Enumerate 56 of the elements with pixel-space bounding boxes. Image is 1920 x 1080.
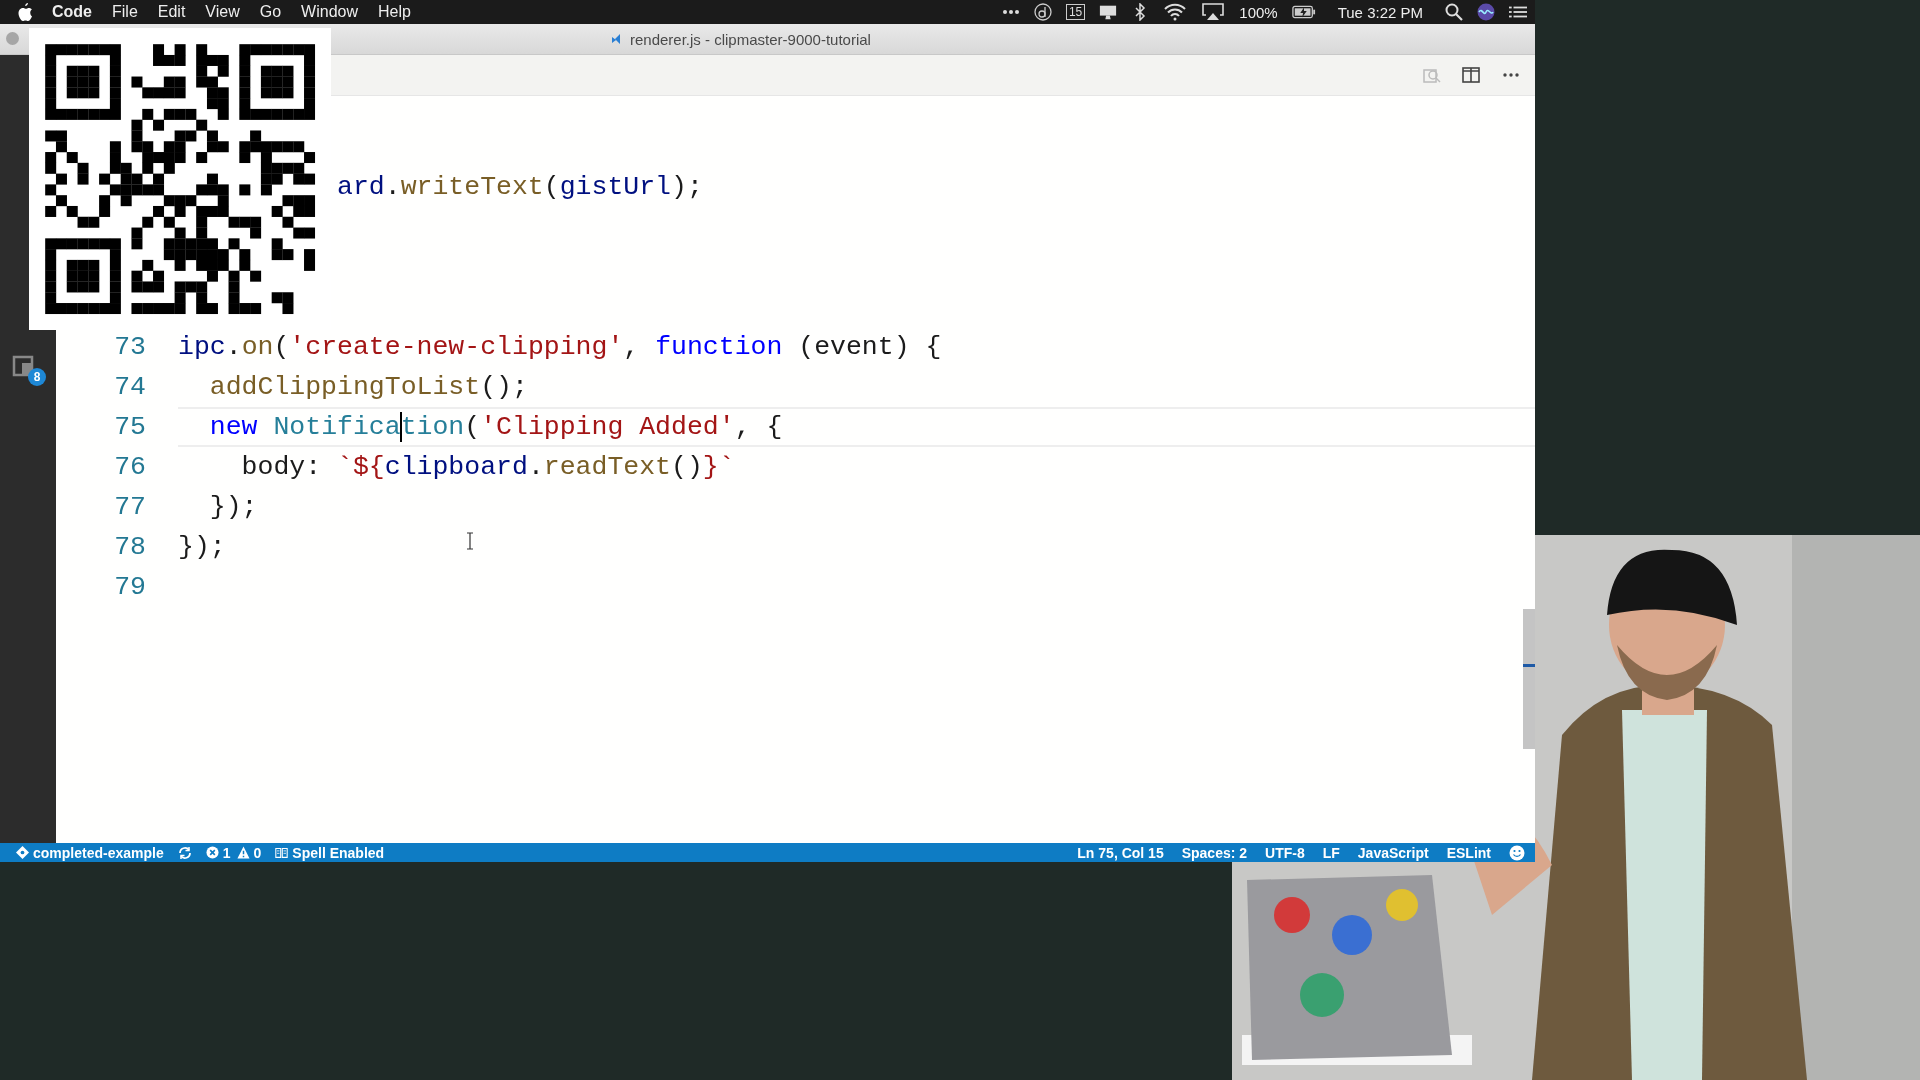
line-number: 78 <box>113 532 146 562</box>
branch-icon <box>16 846 29 859</box>
menu-item[interactable]: View <box>205 3 240 21</box>
split-editor-icon[interactable] <box>1461 65 1481 85</box>
window-title: renderer.js - clipmaster-9000-tutorial <box>630 30 871 48</box>
status-item[interactable]: LF <box>1322 844 1340 861</box>
menu-item[interactable]: Edit <box>157 3 186 21</box>
branch-status[interactable]: completed-example <box>16 844 164 861</box>
menu-item[interactable]: File <box>112 3 138 21</box>
error-icon <box>205 846 219 859</box>
warning-icon <box>236 846 250 859</box>
airplay-icon[interactable] <box>1201 3 1226 21</box>
line-number: 77 <box>113 492 146 522</box>
monitor-icon[interactable] <box>1099 3 1118 21</box>
warning-count[interactable]: 0 <box>236 844 262 861</box>
apple-icon[interactable] <box>16 3 34 21</box>
text-cursor-icon <box>466 532 474 550</box>
wifi-icon[interactable] <box>1163 3 1188 21</box>
book-icon <box>275 846 289 859</box>
status-item[interactable]: Spaces: 2 <box>1181 844 1248 861</box>
code-line: new Notification('Clipping Added', { <box>208 412 783 442</box>
line-number: 76 <box>113 452 146 482</box>
code-line: }); <box>178 532 226 562</box>
search-icon[interactable] <box>1445 3 1463 21</box>
smiley-icon[interactable] <box>1509 844 1525 861</box>
code-file-icon <box>610 33 622 45</box>
code-line: addClippingToList(); <box>208 372 528 402</box>
status-item[interactable]: Ln 75, Col 15 <box>1077 844 1164 861</box>
menu-item[interactable]: Code <box>52 3 92 21</box>
line-number: 73 <box>113 332 146 362</box>
notification-badge: 8 <box>28 368 46 386</box>
code-line: body: `${clipboard.readText()}` <box>240 452 735 482</box>
siri-icon[interactable] <box>1477 3 1495 21</box>
status-item[interactable]: ESLint <box>1446 844 1491 861</box>
status-item[interactable]: JavaScript <box>1357 844 1429 861</box>
code-line: ipc.on('create-new-clipping', function (event) { <box>178 332 942 362</box>
line-number: 79 <box>113 572 146 602</box>
calendar-date[interactable]: 15 <box>1065 4 1086 20</box>
line-number: 74 <box>113 372 146 402</box>
battery-charging-icon[interactable] <box>1291 3 1316 21</box>
cursor-position-marker <box>1523 664 1535 667</box>
error-count[interactable]: 1 <box>205 844 231 861</box>
letter-d-icon[interactable] <box>1033 3 1052 21</box>
text-caret <box>399 412 402 442</box>
sync-icon[interactable] <box>177 845 192 860</box>
scroll-bar[interactable] <box>1523 609 1535 749</box>
menu-item[interactable]: Go <box>259 3 282 21</box>
clock[interactable]: Tue 3:22 PM <box>1337 3 1423 21</box>
status-item[interactable]: UTF-8 <box>1265 844 1305 861</box>
code-line: ard.writeText(gistUrl); <box>337 172 703 202</box>
menu-item[interactable]: Help <box>378 3 411 21</box>
battery-percentage: 100% <box>1239 3 1278 21</box>
line-number: 75 <box>113 412 146 442</box>
code-line: }); <box>208 492 258 522</box>
spell-check-status[interactable]: Spell Enabled <box>275 844 385 861</box>
menu-item[interactable]: Window <box>301 3 358 21</box>
